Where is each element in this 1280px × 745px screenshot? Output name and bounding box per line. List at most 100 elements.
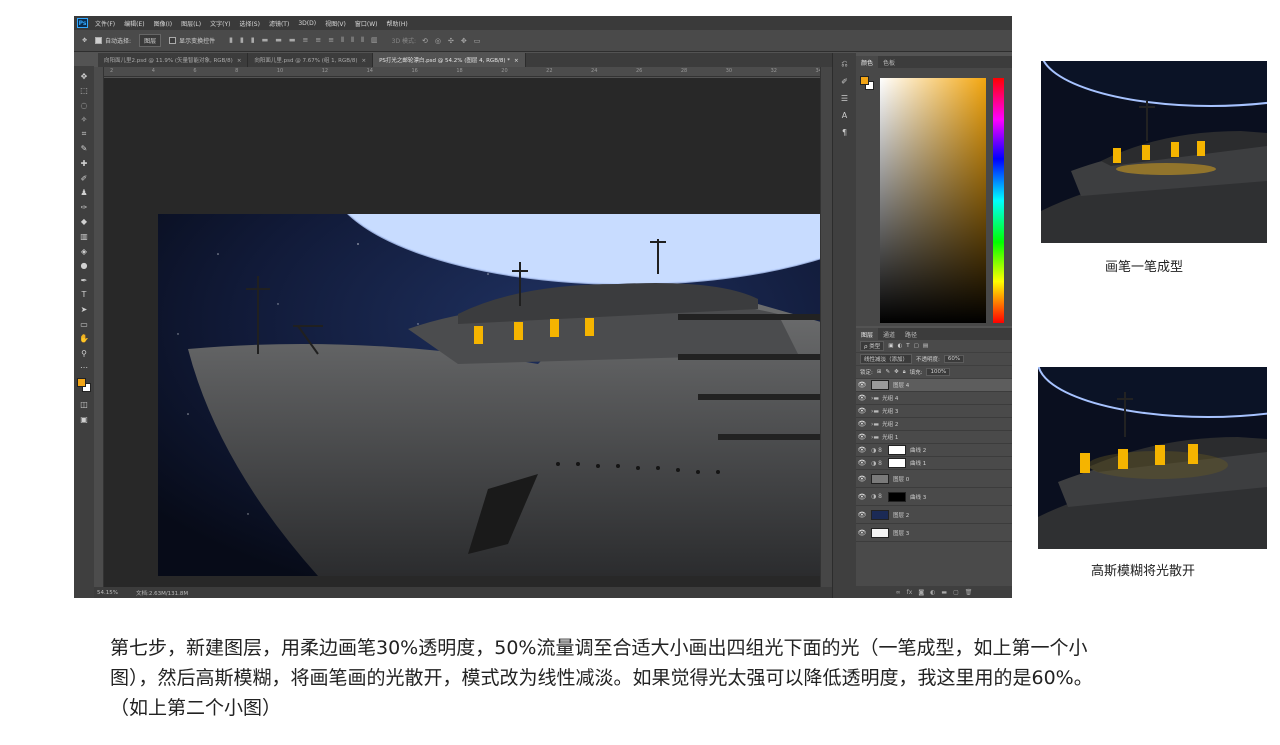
3d-roll-icon[interactable]: ◎ <box>435 37 441 45</box>
menu-file[interactable]: 文件(F) <box>95 19 115 28</box>
filter-smart-icon[interactable]: ▤ <box>923 343 928 349</box>
fill-input[interactable]: 100% <box>926 368 951 376</box>
visibility-eye-icon[interactable]: 👁︎ <box>856 394 868 402</box>
magic-wand-icon[interactable]: ✧ <box>78 114 90 126</box>
auto-select-checkbox[interactable]: 自动选择: <box>95 36 131 45</box>
gradient-tool-icon[interactable]: ▥ <box>78 231 90 243</box>
3d-scale-icon[interactable]: ▭ <box>474 37 481 45</box>
menu-filter[interactable]: 滤镜(T) <box>269 19 289 28</box>
hue-slider[interactable] <box>993 78 1004 323</box>
menu-window[interactable]: 窗口(W) <box>355 19 378 28</box>
visibility-eye-icon[interactable]: 👁︎ <box>856 511 868 519</box>
auto-align-icon[interactable]: ▥ <box>371 36 378 45</box>
history-brush-icon[interactable]: ✑ <box>78 201 90 213</box>
character-panel-icon[interactable]: A <box>842 111 847 120</box>
adjustment-layer-row[interactable]: 👁︎ ◑ 8 曲线 2 <box>856 444 1012 457</box>
filter-adjust-icon[interactable]: ◐ <box>897 343 902 349</box>
close-icon[interactable]: × <box>237 58 242 64</box>
menu-3d[interactable]: 3D(D) <box>298 20 316 27</box>
layer-group-row[interactable]: 👁︎ ›▬ 光组 4 <box>856 392 1012 405</box>
add-mask-icon[interactable]: ◙ <box>918 589 924 596</box>
3d-slide-icon[interactable]: ✥ <box>461 37 467 45</box>
align-center-icon[interactable]: ▬ <box>275 36 282 45</box>
distribute-left-icon[interactable]: ⫴ <box>341 36 344 45</box>
tab-channels[interactable]: 通道 <box>878 330 900 339</box>
type-tool-icon[interactable]: T <box>78 289 90 301</box>
healing-brush-icon[interactable]: ✚ <box>78 158 90 170</box>
zoom-tool-icon[interactable]: ⚲ <box>78 347 90 359</box>
menu-image[interactable]: 图像(I) <box>154 19 172 28</box>
tab-document-3[interactable]: PS打光之邮轮漂白.psd @ 54.2% (图层 4, RGB/8) * × <box>373 53 526 67</box>
visibility-eye-icon[interactable]: 👁︎ <box>856 381 868 389</box>
move-tool-icon[interactable]: ✥ <box>82 37 87 44</box>
visibility-eye-icon[interactable]: 👁︎ <box>856 493 868 501</box>
distribute-bottom-icon[interactable]: ≡ <box>328 36 334 45</box>
brush-settings-icon[interactable]: ☰ <box>841 94 848 103</box>
quick-mask-icon[interactable]: ◫ <box>78 398 90 410</box>
menu-help[interactable]: 帮助(H) <box>387 19 408 28</box>
shape-tool-icon[interactable]: ▭ <box>78 318 90 330</box>
color-swatches[interactable] <box>77 378 91 393</box>
tab-document-2[interactable]: 向阳面儿里.psd @ 7.67% (组 1, RGB/8) × <box>248 53 374 67</box>
align-icons[interactable]: ▮ ▮ ▮ ▬ ▬ ▬ ≡ ≡ ≡ ⫴ ⫴ ⫴ ▥ <box>229 36 378 45</box>
link-layers-icon[interactable]: ∞ <box>896 589 901 596</box>
color-swatches[interactable] <box>860 76 874 90</box>
align-bottom-icon[interactable]: ▮ <box>251 36 255 45</box>
lock-pixels-icon[interactable]: ⊞ <box>877 369 882 375</box>
layer-row[interactable]: 👁︎ 图层 3 <box>856 524 1012 542</box>
layer-style-icon[interactable]: fx <box>907 589 913 596</box>
pen-tool-icon[interactable]: ✒ <box>78 274 90 286</box>
zoom-level[interactable]: 54.15% <box>97 590 118 596</box>
eyedropper-icon[interactable]: ✎ <box>78 143 90 155</box>
show-transform-checkbox[interactable]: 显示变换控件 <box>169 36 215 45</box>
path-select-icon[interactable]: ➤ <box>78 304 90 316</box>
3d-rotate-icon[interactable]: ⟲ <box>422 37 428 45</box>
marquee-tool-icon[interactable]: ⬚ <box>78 85 90 97</box>
lock-paint-icon[interactable]: ✎ <box>885 369 890 375</box>
brush-tool-icon[interactable]: ✐ <box>78 172 90 184</box>
layer-row[interactable]: 👁︎ 图层 2 <box>856 506 1012 524</box>
visibility-eye-icon[interactable]: 👁︎ <box>856 420 868 428</box>
filter-pixel-icon[interactable]: ▣ <box>888 343 893 349</box>
move-tool-icon[interactable]: ✥ <box>78 70 90 82</box>
filter-type-icon[interactable]: T <box>906 343 909 349</box>
new-layer-icon[interactable]: ▢ <box>953 589 959 596</box>
3d-drag-icon[interactable]: ✣ <box>448 37 454 45</box>
visibility-eye-icon[interactable]: 👁︎ <box>856 459 868 467</box>
lock-all-icon[interactable]: 🔒︎ <box>903 369 906 376</box>
new-adjustment-icon[interactable]: ◐ <box>930 589 935 596</box>
hand-tool-icon[interactable]: ✋ <box>78 333 90 345</box>
blur-tool-icon[interactable]: ◈ <box>78 245 90 257</box>
layer-group-row[interactable]: 👁︎ ›▬ 光组 3 <box>856 405 1012 418</box>
align-middle-icon[interactable]: ▮ <box>240 36 244 45</box>
layer-group-row[interactable]: 👁︎ ›▬ 光组 1 <box>856 431 1012 444</box>
delete-layer-icon[interactable]: 🗑︎ <box>965 589 973 596</box>
adjustment-layer-row[interactable]: 👁︎ ◑ 8 曲线 3 <box>856 488 1012 506</box>
new-group-icon[interactable]: ▬ <box>941 589 947 596</box>
align-left-icon[interactable]: ▬ <box>262 36 269 45</box>
distribute-top-icon[interactable]: ≡ <box>303 36 309 45</box>
menu-select[interactable]: 选择(S) <box>239 19 260 28</box>
visibility-eye-icon[interactable]: 👁︎ <box>856 446 868 454</box>
saturation-brightness-field[interactable] <box>880 78 986 323</box>
distribute-middle-icon[interactable]: ≡ <box>315 36 321 45</box>
brush-panel-icon[interactable]: ✐ <box>841 77 848 86</box>
filter-shape-icon[interactable]: ▢ <box>914 343 919 349</box>
screen-mode-icon[interactable]: ▣ <box>78 413 90 425</box>
lock-position-icon[interactable]: ✥ <box>894 369 899 375</box>
align-top-icon[interactable]: ▮ <box>229 36 233 45</box>
layer-filter-dropdown[interactable]: ρ 类型 <box>860 341 885 351</box>
menu-edit[interactable]: 编辑(E) <box>124 19 144 28</box>
layer-row[interactable]: 👁︎ 图层 4 <box>856 379 1012 392</box>
layer-group-row[interactable]: 👁︎ ›▬ 光组 2 <box>856 418 1012 431</box>
canvas-area[interactable] <box>104 78 828 587</box>
tab-color[interactable]: 颜色 <box>856 56 879 68</box>
crop-tool-icon[interactable]: ⌗ <box>78 128 90 140</box>
close-icon[interactable]: × <box>514 58 519 64</box>
visibility-eye-icon[interactable]: 👁︎ <box>856 433 868 441</box>
layer-row[interactable]: 👁︎ 图层 0 <box>856 470 1012 488</box>
history-panel-icon[interactable]: ⎌ <box>841 59 847 69</box>
3d-mode-icons[interactable]: ⟲ ◎ ✣ ✥ ▭ <box>422 37 480 45</box>
paragraph-panel-icon[interactable]: ¶ <box>842 128 847 137</box>
align-right-icon[interactable]: ▬ <box>289 36 296 45</box>
